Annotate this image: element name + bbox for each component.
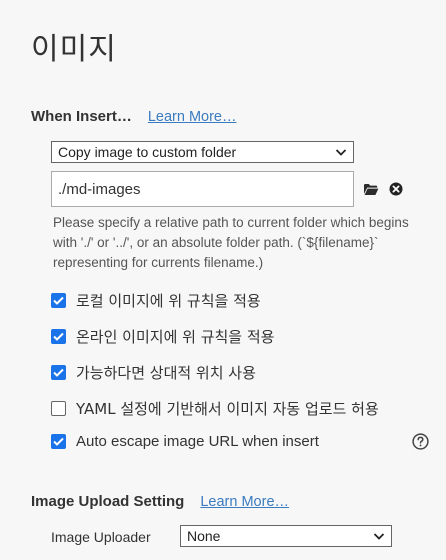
option-label: 로컬 이미지에 위 규칙을 적용 (76, 292, 261, 310)
clear-path-button[interactable] (388, 181, 404, 197)
image-upload-title: Image Upload Setting (31, 493, 185, 510)
option-apply-rule-online-images[interactable]: 온라인 이미지에 위 규칙을 적용 (51, 326, 274, 347)
image-uploader-label: Image Uploader (51, 529, 151, 545)
checkbox[interactable] (51, 329, 66, 344)
path-help-text: Please specify a relative path to curren… (53, 215, 409, 270)
checkmark-icon (53, 437, 64, 446)
checkmark-icon (53, 296, 64, 305)
page-title: 이미지 (31, 32, 117, 67)
option-label: YAML 설정에 기반해서 이미지 자동 업로드 허용 (76, 400, 379, 418)
checkbox[interactable] (51, 293, 66, 308)
browse-folder-button[interactable] (362, 181, 380, 197)
chevron-down-icon (373, 533, 385, 540)
option-yaml-auto-upload[interactable]: YAML 설정에 기반해서 이미지 자동 업로드 허용 (51, 398, 379, 419)
checkmark-icon (53, 332, 64, 341)
auto-escape-help-button[interactable] (411, 432, 429, 450)
when-insert-header: When Insert… Learn More… (31, 108, 237, 125)
checkbox[interactable] (51, 434, 66, 449)
option-label: 가능하다면 상대적 위치 사용 (76, 364, 256, 382)
option-use-relative-path[interactable]: 가능하다면 상대적 위치 사용 (51, 362, 256, 383)
preferences-image-panel: 이미지 When Insert… Learn More… Copy image … (0, 0, 446, 560)
insert-action-select-value: Copy image to custom folder (58, 144, 237, 160)
question-circle-icon (411, 432, 429, 450)
chevron-down-icon (335, 149, 347, 156)
option-auto-escape-url[interactable]: Auto escape image URL when insert (51, 433, 319, 450)
option-label: Auto escape image URL when insert (76, 433, 319, 450)
image-folder-path-input[interactable] (51, 171, 354, 207)
image-uploader-select-value: None (187, 528, 221, 544)
checkbox[interactable] (51, 365, 66, 380)
image-upload-learn-more-link[interactable]: Learn More… (200, 494, 289, 510)
option-apply-rule-local-images[interactable]: 로컬 이미지에 위 규칙을 적용 (51, 290, 261, 311)
option-label: 온라인 이미지에 위 규칙을 적용 (76, 328, 275, 346)
insert-action-select[interactable]: Copy image to custom folder (51, 141, 354, 163)
checkmark-icon (53, 368, 64, 377)
checkbox[interactable] (51, 401, 66, 416)
image-uploader-select[interactable]: None (180, 525, 392, 547)
close-circle-icon (389, 182, 403, 196)
folder-icon (364, 183, 379, 195)
image-upload-header: Image Upload Setting Learn More… (31, 493, 289, 510)
when-insert-title: When Insert… (31, 108, 132, 125)
when-insert-learn-more-link[interactable]: Learn More… (148, 109, 237, 125)
